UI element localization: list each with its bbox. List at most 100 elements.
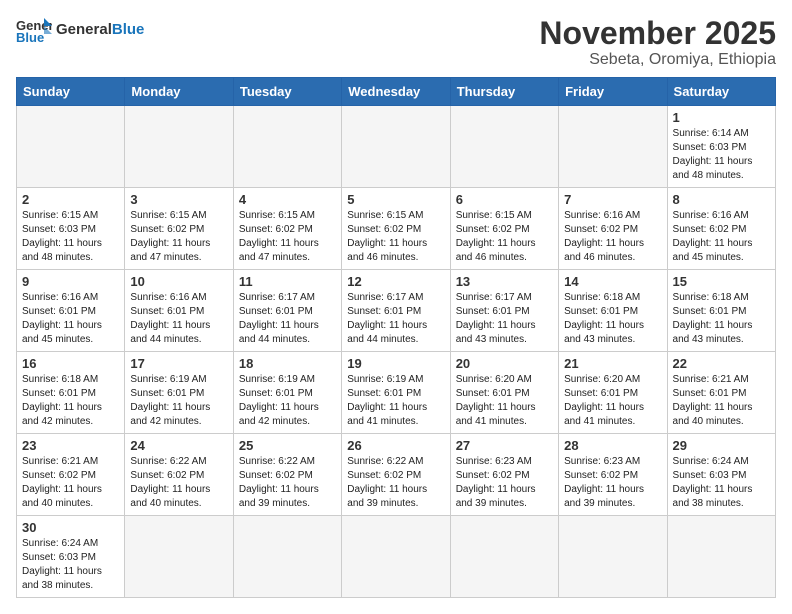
date-number: 12 <box>347 274 444 289</box>
cell-info: Sunrise: 6:20 AM Sunset: 6:01 PM Dayligh… <box>456 373 553 429</box>
date-number: 14 <box>564 274 661 289</box>
cell-info: Sunrise: 6:16 AM Sunset: 6:01 PM Dayligh… <box>130 291 227 347</box>
cell-info: Sunrise: 6:18 AM Sunset: 6:01 PM Dayligh… <box>673 291 770 347</box>
date-number: 25 <box>239 438 336 453</box>
calendar-week-0: 1Sunrise: 6:14 AM Sunset: 6:03 PM Daylig… <box>17 106 776 188</box>
date-number: 30 <box>22 520 119 535</box>
calendar-cell: 3Sunrise: 6:15 AM Sunset: 6:02 PM Daylig… <box>125 188 233 270</box>
cell-info: Sunrise: 6:22 AM Sunset: 6:02 PM Dayligh… <box>347 455 444 511</box>
cell-info: Sunrise: 6:19 AM Sunset: 6:01 PM Dayligh… <box>130 373 227 429</box>
cell-info: Sunrise: 6:22 AM Sunset: 6:02 PM Dayligh… <box>239 455 336 511</box>
day-header-saturday: Saturday <box>667 78 775 106</box>
date-number: 15 <box>673 274 770 289</box>
date-number: 7 <box>564 192 661 207</box>
date-number: 24 <box>130 438 227 453</box>
calendar-week-5: 30 Sunrise: 6:24 AM Sunset: 6:03 PM Dayli… <box>17 516 776 598</box>
calendar-cell <box>450 516 558 598</box>
cell-info: Sunrise: 6:21 AM Sunset: 6:01 PM Dayligh… <box>673 373 770 429</box>
cell-info: Sunrise: 6:21 AM Sunset: 6:02 PM Dayligh… <box>22 455 119 511</box>
calendar-cell: 2 Sunrise: 6:15 AM Sunset: 6:03 PM Daylig… <box>17 188 125 270</box>
date-number: 19 <box>347 356 444 371</box>
date-number: 20 <box>456 356 553 371</box>
calendar-cell: 19 Sunrise: 6:19 AM Sunset: 6:01 PM Dayli… <box>342 352 450 434</box>
calendar-cell <box>125 516 233 598</box>
calendar-cell: 20 Sunrise: 6:20 AM Sunset: 6:01 PM Dayli… <box>450 352 558 434</box>
calendar-cell: 24 Sunrise: 6:22 AM Sunset: 6:02 PM Dayli… <box>125 434 233 516</box>
date-number: 26 <box>347 438 444 453</box>
date-number: 18 <box>239 356 336 371</box>
date-number: 23 <box>22 438 119 453</box>
cell-info: Sunrise: 6:16 AM Sunset: 6:02 PM Dayligh… <box>564 209 661 265</box>
calendar-cell: 26 Sunrise: 6:22 AM Sunset: 6:02 PM Dayli… <box>342 434 450 516</box>
calendar-cell: 23 Sunrise: 6:21 AM Sunset: 6:02 PM Dayli… <box>17 434 125 516</box>
calendar-cell: 10Sunrise: 6:16 AM Sunset: 6:01 PM Dayli… <box>125 270 233 352</box>
calendar-cell <box>125 106 233 188</box>
calendar-header-row: SundayMondayTuesdayWednesdayThursdayFrid… <box>17 78 776 106</box>
svg-text:Blue: Blue <box>16 30 44 44</box>
calendar-cell <box>559 106 667 188</box>
calendar-cell <box>342 106 450 188</box>
calendar-cell: 27Sunrise: 6:23 AM Sunset: 6:02 PM Dayli… <box>450 434 558 516</box>
cell-info: Sunrise: 6:15 AM Sunset: 6:02 PM Dayligh… <box>130 209 227 265</box>
calendar-cell: 30 Sunrise: 6:24 AM Sunset: 6:03 PM Dayli… <box>17 516 125 598</box>
calendar-cell <box>342 516 450 598</box>
calendar-cell: 21 Sunrise: 6:20 AM Sunset: 6:01 PM Dayli… <box>559 352 667 434</box>
day-header-monday: Monday <box>125 78 233 106</box>
logo-icon: General Blue <box>16 16 52 44</box>
day-header-thursday: Thursday <box>450 78 558 106</box>
date-number: 5 <box>347 192 444 207</box>
cell-info: Sunrise: 6:16 AM Sunset: 6:01 PM Dayligh… <box>22 291 119 347</box>
date-number: 28 <box>564 438 661 453</box>
logo-general: General <box>56 21 112 38</box>
title-block: November 2025 Sebeta, Oromiya, Ethiopia <box>539 16 776 69</box>
cell-info: Sunrise: 6:22 AM Sunset: 6:02 PM Dayligh… <box>130 455 227 511</box>
cell-info: Sunrise: 6:20 AM Sunset: 6:01 PM Dayligh… <box>564 373 661 429</box>
cell-info: Sunrise: 6:23 AM Sunset: 6:02 PM Dayligh… <box>456 455 553 511</box>
logo-blue: Blue <box>112 21 145 38</box>
cell-info: Sunrise: 6:19 AM Sunset: 6:01 PM Dayligh… <box>347 373 444 429</box>
date-number: 8 <box>673 192 770 207</box>
cell-info: Sunrise: 6:24 AM Sunset: 6:03 PM Dayligh… <box>22 537 119 593</box>
calendar-cell: 9Sunrise: 6:16 AM Sunset: 6:01 PM Daylig… <box>17 270 125 352</box>
date-number: 22 <box>673 356 770 371</box>
date-number: 16 <box>22 356 119 371</box>
location-title: Sebeta, Oromiya, Ethiopia <box>539 51 776 69</box>
cell-info: Sunrise: 6:17 AM Sunset: 6:01 PM Dayligh… <box>456 291 553 347</box>
cell-info: Sunrise: 6:14 AM Sunset: 6:03 PM Dayligh… <box>673 127 770 183</box>
calendar-cell: 17 Sunrise: 6:19 AM Sunset: 6:01 PM Dayli… <box>125 352 233 434</box>
day-header-wednesday: Wednesday <box>342 78 450 106</box>
cell-info: Sunrise: 6:16 AM Sunset: 6:02 PM Dayligh… <box>673 209 770 265</box>
calendar-cell: 5Sunrise: 6:15 AM Sunset: 6:02 PM Daylig… <box>342 188 450 270</box>
calendar-cell: 8 Sunrise: 6:16 AM Sunset: 6:02 PM Daylig… <box>667 188 775 270</box>
cell-info: Sunrise: 6:17 AM Sunset: 6:01 PM Dayligh… <box>347 291 444 347</box>
calendar-cell: 29 Sunrise: 6:24 AM Sunset: 6:03 PM Dayli… <box>667 434 775 516</box>
calendar-cell: 1Sunrise: 6:14 AM Sunset: 6:03 PM Daylig… <box>667 106 775 188</box>
calendar-cell <box>667 516 775 598</box>
date-number: 2 <box>22 192 119 207</box>
cell-info: Sunrise: 6:24 AM Sunset: 6:03 PM Dayligh… <box>673 455 770 511</box>
calendar-week-2: 9Sunrise: 6:16 AM Sunset: 6:01 PM Daylig… <box>17 270 776 352</box>
calendar-cell <box>233 106 341 188</box>
date-number: 11 <box>239 274 336 289</box>
cell-info: Sunrise: 6:18 AM Sunset: 6:01 PM Dayligh… <box>22 373 119 429</box>
date-number: 29 <box>673 438 770 453</box>
calendar-cell <box>450 106 558 188</box>
cell-info: Sunrise: 6:15 AM Sunset: 6:03 PM Dayligh… <box>22 209 119 265</box>
calendar-cell: 18 Sunrise: 6:19 AM Sunset: 6:01 PM Dayli… <box>233 352 341 434</box>
cell-info: Sunrise: 6:19 AM Sunset: 6:01 PM Dayligh… <box>239 373 336 429</box>
calendar-cell: 12 Sunrise: 6:17 AM Sunset: 6:01 PM Dayli… <box>342 270 450 352</box>
calendar-week-4: 23 Sunrise: 6:21 AM Sunset: 6:02 PM Dayli… <box>17 434 776 516</box>
cell-info: Sunrise: 6:15 AM Sunset: 6:02 PM Dayligh… <box>456 209 553 265</box>
date-number: 21 <box>564 356 661 371</box>
day-header-tuesday: Tuesday <box>233 78 341 106</box>
calendar-cell <box>17 106 125 188</box>
calendar-cell: 25 Sunrise: 6:22 AM Sunset: 6:02 PM Dayli… <box>233 434 341 516</box>
month-title: November 2025 <box>539 16 776 51</box>
calendar-cell: 22 Sunrise: 6:21 AM Sunset: 6:01 PM Dayli… <box>667 352 775 434</box>
cell-info: Sunrise: 6:23 AM Sunset: 6:02 PM Dayligh… <box>564 455 661 511</box>
cell-info: Sunrise: 6:18 AM Sunset: 6:01 PM Dayligh… <box>564 291 661 347</box>
calendar-cell: 6Sunrise: 6:15 AM Sunset: 6:02 PM Daylig… <box>450 188 558 270</box>
calendar-cell: 13 Sunrise: 6:17 AM Sunset: 6:01 PM Dayli… <box>450 270 558 352</box>
date-number: 13 <box>456 274 553 289</box>
date-number: 17 <box>130 356 227 371</box>
